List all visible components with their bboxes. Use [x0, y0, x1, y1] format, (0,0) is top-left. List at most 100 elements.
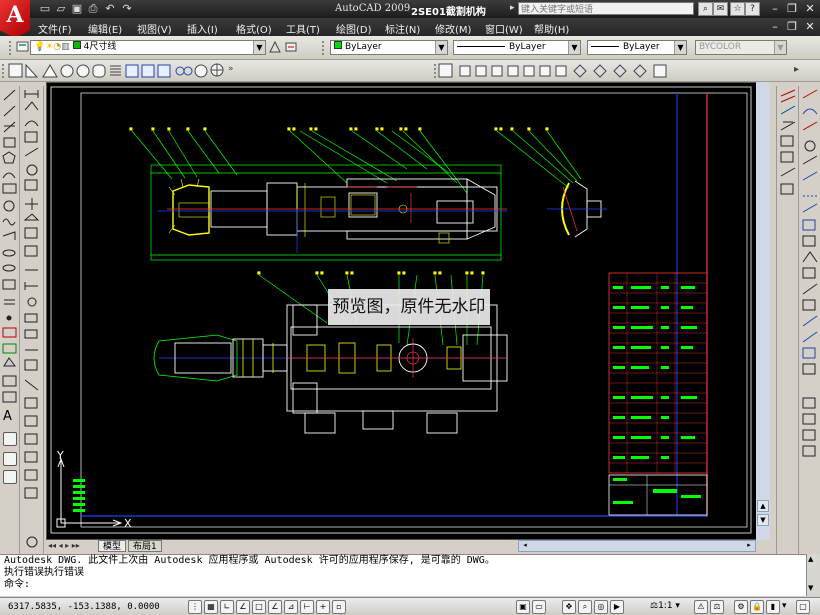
status-menu-icon[interactable]: ▾ [782, 601, 787, 611]
menu-insert[interactable]: 插入(I) [187, 21, 218, 36]
menu-file[interactable]: 文件(F) [38, 21, 72, 36]
favorites-icon[interactable]: ☆ [730, 2, 745, 16]
auto-scale-icon[interactable]: ⚖ [710, 600, 724, 614]
toolbar-grip[interactable] [9, 41, 14, 55]
right-tool-icons-1[interactable] [777, 86, 799, 556]
chevron-down-icon[interactable]: ▼ [435, 41, 447, 54]
annotation-visibility-icon[interactable]: ⚠ [694, 600, 708, 614]
minimize-icon[interactable]: – [768, 2, 782, 16]
tab-layout1[interactable]: 布局1 [128, 540, 162, 552]
lock-icon[interactable]: 🔒 [750, 600, 764, 614]
zoom-icon[interactable] [3, 432, 17, 446]
new-file-icon[interactable]: ▭ [38, 2, 52, 16]
hardware-acceleration-icon[interactable]: ▮ [766, 600, 780, 614]
osnap-toggle-icon[interactable]: □ [252, 600, 266, 614]
menu-view[interactable]: 视图(V) [137, 21, 172, 36]
menu-help[interactable]: 帮助(H) [534, 21, 569, 36]
application-menu-button[interactable]: A [0, 0, 30, 38]
workspace-settings-icon[interactable]: ⚙ [734, 600, 748, 614]
communication-center-icon[interactable]: ✉ [713, 2, 728, 16]
draw-tool-icons[interactable]: A [0, 86, 20, 556]
open-file-icon[interactable]: ▱ [54, 2, 68, 16]
3d-primitives-icons[interactable] [8, 63, 213, 79]
chevron-right-icon[interactable]: » [228, 64, 234, 74]
modify-toolbar [20, 86, 44, 556]
toolbar-grip[interactable] [322, 41, 327, 55]
scroll-left-icon[interactable]: ◂ [519, 541, 531, 551]
command-scrollbar[interactable]: ▲ ▼ [806, 554, 820, 596]
doc-minimize-icon[interactable]: – [768, 20, 782, 34]
menu-window[interactable]: 窗口(W) [485, 21, 523, 36]
polar-toggle-icon[interactable]: ∠ [236, 600, 250, 614]
command-prompt-label: 命令: [4, 579, 31, 590]
scroll-down-icon[interactable]: ▼ [808, 584, 813, 592]
scroll-up-icon[interactable]: ▲ [757, 500, 769, 512]
menu-tools[interactable]: 工具(T) [286, 21, 320, 36]
tab-model[interactable]: 模型 [98, 540, 127, 552]
linetype-dropdown[interactable]: ByLayer ▼ [453, 40, 581, 55]
scroll-down-icon[interactable]: ▼ [757, 514, 769, 526]
make-current-layer-icon[interactable] [268, 40, 282, 54]
color-dropdown[interactable]: ByLayer ▼ [330, 40, 448, 55]
menu-dimension[interactable]: 标注(N) [385, 21, 420, 36]
tab-nav-icons[interactable]: ◂◂ ◂ ▸ ▸▸ [48, 541, 80, 550]
horizontal-scrollbar[interactable]: ◂ ▸ [518, 540, 756, 552]
pan-icon[interactable]: ✥ [562, 600, 576, 614]
lineweight-value: ByLayer [623, 42, 660, 52]
search-icon[interactable]: ⌕ [698, 2, 713, 16]
grid-toggle-icon[interactable]: ▦ [204, 600, 218, 614]
modify-tool-icons[interactable] [20, 86, 44, 556]
ducs-toggle-icon[interactable]: ⊿ [284, 600, 298, 614]
showmotion-icon[interactable]: ▶ [610, 600, 624, 614]
svg-text:■: ■ [510, 126, 514, 131]
doc-close-icon[interactable]: ✕ [803, 20, 817, 34]
zoom-icon[interactable]: ⌕ [578, 600, 592, 614]
vertical-scrollbar[interactable]: ▲ ▼ [756, 82, 770, 540]
chevron-down-icon[interactable]: ▼ [568, 41, 580, 54]
document-title: 2SE01截割机构 [411, 7, 486, 18]
lineweight-dropdown[interactable]: ByLayer ▼ [587, 40, 687, 55]
menu-edit[interactable]: 编辑(E) [88, 21, 122, 36]
command-prompt[interactable]: 命令: [4, 579, 802, 591]
layer-manager-icon[interactable] [16, 40, 30, 54]
menu-modify[interactable]: 修改(M) [435, 21, 471, 36]
right-tool-icons-2[interactable] [799, 86, 820, 556]
menu-draw[interactable]: 绘图(D) [336, 21, 372, 36]
steering-wheel-icon[interactable]: ◎ [594, 600, 608, 614]
undo-icon[interactable]: ↶ [103, 2, 117, 16]
help-icon[interactable]: ? [745, 2, 760, 16]
svg-text:■ ■: ■ ■ [399, 126, 408, 131]
layout-tab-bar: ◂◂ ◂ ▸ ▸▸ 模型 布局1 ◂ ▸ [46, 540, 770, 553]
otrack-toggle-icon[interactable]: ∠ [268, 600, 282, 614]
doc-restore-icon[interactable]: ❐ [785, 20, 799, 34]
annotation-scale[interactable]: ⚖1:1 ▾ [650, 601, 680, 611]
pan-icon[interactable] [3, 452, 17, 466]
layer-previous-icon[interactable] [284, 40, 298, 54]
help-search-input[interactable] [518, 2, 694, 15]
lineweight-toggle-icon[interactable]: + [316, 600, 330, 614]
snap-toggle-icon[interactable]: ⋮ [188, 600, 202, 614]
scroll-up-icon[interactable]: ▲ [808, 555, 813, 563]
scroll-right-icon[interactable]: ▸ [743, 541, 755, 551]
layout-icon[interactable]: ▭ [532, 600, 546, 614]
qp-toggle-icon[interactable]: ▫ [332, 600, 346, 614]
dyn-toggle-icon[interactable]: ⊢ [300, 600, 314, 614]
zoom-window-icon[interactable] [3, 470, 17, 484]
redo-icon[interactable]: ↷ [120, 2, 134, 16]
restore-icon[interactable]: ❐ [785, 2, 799, 16]
layer-dropdown[interactable]: 💡☀◔▥ 4尺寸线 ▼ [30, 40, 266, 55]
chevron-down-icon[interactable]: ▼ [253, 41, 265, 54]
chevron-right-icon[interactable]: ▸ [794, 64, 799, 75]
model-space-icon[interactable]: ▣ [516, 600, 530, 614]
ucs-x-label: X [124, 517, 132, 530]
globe-icon[interactable] [210, 63, 224, 77]
toolbar-grip[interactable] [2, 64, 7, 78]
ortho-toggle-icon[interactable]: ∟ [220, 600, 234, 614]
menu-format[interactable]: 格式(O) [236, 21, 272, 36]
view-toolbar-icons[interactable] [438, 63, 668, 79]
print-icon[interactable]: ⎙ [86, 2, 100, 16]
save-icon[interactable]: ▣ [70, 2, 84, 16]
chevron-down-icon[interactable]: ▼ [674, 41, 686, 54]
clean-screen-icon[interactable]: ▢ [796, 600, 810, 614]
close-icon[interactable]: ✕ [803, 2, 817, 16]
